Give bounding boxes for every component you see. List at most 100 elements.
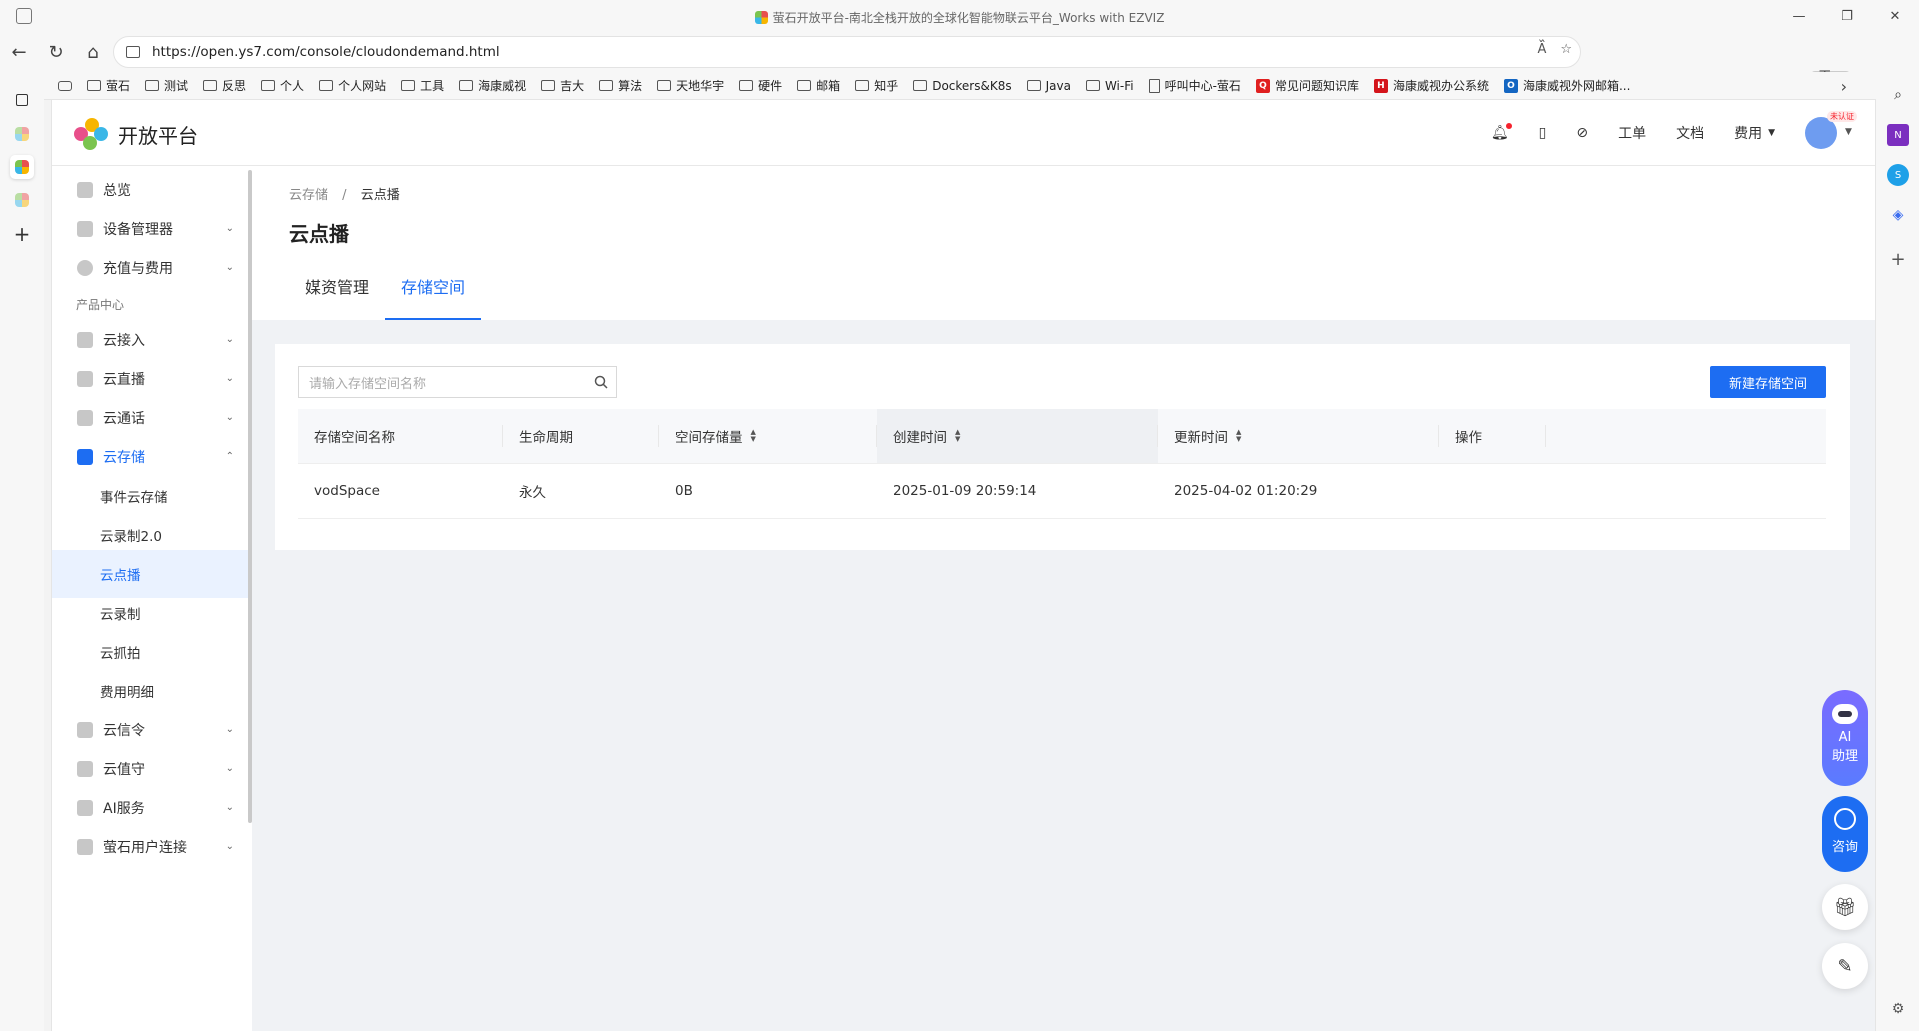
notification-bell-icon[interactable]: 🔔︎ [1491, 123, 1512, 141]
chevron-down-icon: ⌄ [225, 334, 234, 345]
col-usage[interactable]: 空间存储量 ▲ ▼ [659, 409, 877, 463]
bookmark-item[interactable]: 天地华宇 [657, 77, 724, 94]
nav-recharge[interactable]: 充值与费用 ⌄ [52, 244, 248, 292]
col-created[interactable]: 创建时间 ▲ ▼ [877, 409, 1158, 463]
search-icon[interactable]: ⌕ [1887, 84, 1909, 106]
bookmark-item[interactable]: 萤石 [87, 77, 130, 94]
tab-actions-icon[interactable] [10, 88, 34, 112]
bookmark-item[interactable]: 算法 [599, 77, 642, 94]
settings-gear-icon[interactable]: ⚙ [1887, 998, 1909, 1020]
top-header: 开放平台 🔔︎ ▯ ⊘ 工单 文档 费用 ▼ 未认证 ▼ [52, 100, 1875, 166]
bookmark-item[interactable]: H 海康威视办公系统 [1373, 77, 1489, 94]
table-row[interactable]: vodSpace 永久 0B 2025-01-09 20:59:14 2025-… [298, 464, 1826, 519]
ai-icon [77, 800, 93, 816]
logo[interactable]: 开放平台 [74, 118, 198, 150]
bookmark-item[interactable]: 知乎 [855, 77, 898, 94]
ai-assistant-button[interactable]: AI 助理 [1822, 690, 1868, 786]
bookmark-label: 算法 [618, 79, 643, 93]
bookmark-item[interactable]: 呼叫中心-萤石 [1148, 77, 1241, 94]
page-header: 云存储 / 云点播 云点播 媒资管理 存储空间 [252, 166, 1875, 320]
bookmark-label: 硬件 [758, 79, 783, 93]
bookmark-item[interactable]: Wi-Fi [1085, 79, 1134, 93]
bookmark-label: 海康威视 [478, 79, 527, 93]
close-window-button[interactable]: ✕ [1871, 0, 1919, 32]
site-favicon [754, 11, 768, 24]
folder-icon [401, 80, 416, 91]
sort-icon: ▲ ▼ [750, 428, 756, 443]
reading-list-icon[interactable] [58, 80, 72, 91]
bookmark-item[interactable]: 海康威视 [459, 77, 526, 94]
cell-updated: 2025-04-02 01:20:29 [1174, 483, 1318, 499]
consult-icon [1834, 808, 1856, 830]
refresh-button[interactable]: ↻ [40, 36, 72, 68]
folder-icon [797, 80, 812, 91]
office-icon[interactable]: ◈ [1887, 204, 1909, 226]
cell-actions [1439, 464, 1546, 518]
storage-table: 存储空间名称 生命周期 空间存储量 ▲ ▼ 创建时间 ▲ ▼ 更新时间 ▲ ▼ 操作 vod… [298, 409, 1826, 519]
bookmark-item[interactable]: Dockers&K8s [913, 79, 1012, 93]
link-icon[interactable]: ⊘ [1576, 125, 1588, 141]
feedback-icon[interactable]: ✎ [1822, 943, 1868, 989]
fees-menu[interactable]: 费用 ▼ [1734, 123, 1775, 143]
site-badge-icon: O [1503, 78, 1518, 93]
bookmark-item[interactable]: O 海康威视外网邮箱... [1503, 77, 1630, 94]
add-sidebar-icon[interactable]: + [1887, 248, 1909, 270]
bookmark-label: 测试 [164, 79, 189, 93]
folder-icon [599, 80, 614, 91]
chevron-down-icon: ⌄ [225, 262, 234, 273]
favorite-star-icon[interactable]: ☆ [1560, 42, 1572, 57]
breadcrumb-separator: / [342, 188, 347, 203]
chevron-down-icon: ▼ [1768, 128, 1775, 138]
url-field[interactable]: https://open.ys7.com/console/cloudondema… [113, 36, 1581, 68]
search-icon[interactable] [586, 375, 616, 389]
unverified-badge: 未认证 [1827, 111, 1857, 122]
bookmark-item[interactable]: 个人网站 [319, 77, 386, 94]
nav-user-connect[interactable]: 萤石用户连接 ⌄ [52, 823, 248, 871]
tab-favicon[interactable] [10, 188, 34, 212]
device-icon[interactable]: ▯ [1539, 125, 1547, 141]
site-badge-icon: H [1373, 78, 1388, 93]
bookmark-item[interactable]: 硬件 [739, 77, 782, 94]
back-button[interactable]: ← [3, 36, 35, 68]
new-tab-icon[interactable]: + [10, 222, 34, 246]
skype-icon[interactable]: S [1887, 164, 1909, 186]
tab-favicon[interactable] [10, 122, 34, 146]
folder-icon [261, 80, 276, 91]
bookmark-item[interactable]: 个人 [261, 77, 304, 94]
bookmark-item[interactable]: 邮箱 [797, 77, 840, 94]
cell-name: vodSpace [314, 483, 380, 499]
col-updated[interactable]: 更新时间 ▲ ▼ [1158, 409, 1439, 463]
work-order-link[interactable]: 工单 [1618, 123, 1646, 143]
breadcrumb-parent[interactable]: 云存储 [289, 188, 328, 203]
docs-link[interactable]: 文档 [1676, 123, 1704, 143]
restore-button[interactable]: ❐ [1823, 0, 1871, 32]
tab-media-mgmt[interactable]: 媒资管理 [289, 278, 385, 320]
bookmark-item[interactable]: 工具 [401, 77, 444, 94]
chevron-down-icon: ⌄ [225, 724, 234, 735]
browser-titlebar: 萤石开放平台-南北全栈开放的全球化智能物联云平台_Works with EZVI… [0, 0, 1919, 32]
bookmark-item[interactable]: 反思 [203, 77, 246, 94]
user-avatar[interactable]: 未认证 ▼ [1805, 111, 1857, 149]
search-input[interactable]: 请输入存储空间名称 [298, 366, 617, 398]
bookmark-label: 个人网站 [338, 79, 387, 93]
home-button[interactable]: ⌂ [77, 36, 109, 68]
read-aloud-icon[interactable]: A᷈ [1537, 42, 1546, 57]
folder-icon [657, 80, 672, 91]
bookmark-item[interactable]: Q 常见问题知识库 [1255, 77, 1359, 94]
folder-icon [145, 80, 160, 91]
minimize-button[interactable]: — [1775, 0, 1823, 32]
tab-favicon-active[interactable] [10, 155, 34, 179]
folder-icon [87, 80, 101, 91]
bookmark-item[interactable]: 测试 [145, 77, 188, 94]
new-storage-button[interactable]: 新建存储空间 [1710, 366, 1826, 398]
bookmark-item[interactable]: 吉大 [541, 77, 584, 94]
chevron-right-icon[interactable]: › [1841, 77, 1847, 96]
web-page: 开放平台 🔔︎ ▯ ⊘ 工单 文档 费用 ▼ 未认证 ▼ 总览 设备管理器 ⌄ 充值与… [51, 100, 1876, 1031]
gift-icon[interactable]: 🎁︎ [1822, 884, 1868, 930]
folder-icon [541, 80, 556, 91]
bookmark-item[interactable]: Java [1026, 79, 1071, 93]
consult-button[interactable]: 咨询 [1822, 796, 1868, 872]
onenote-icon[interactable]: N [1887, 124, 1909, 146]
tab-storage-space[interactable]: 存储空间 [385, 278, 482, 320]
folder-icon [1026, 80, 1041, 91]
